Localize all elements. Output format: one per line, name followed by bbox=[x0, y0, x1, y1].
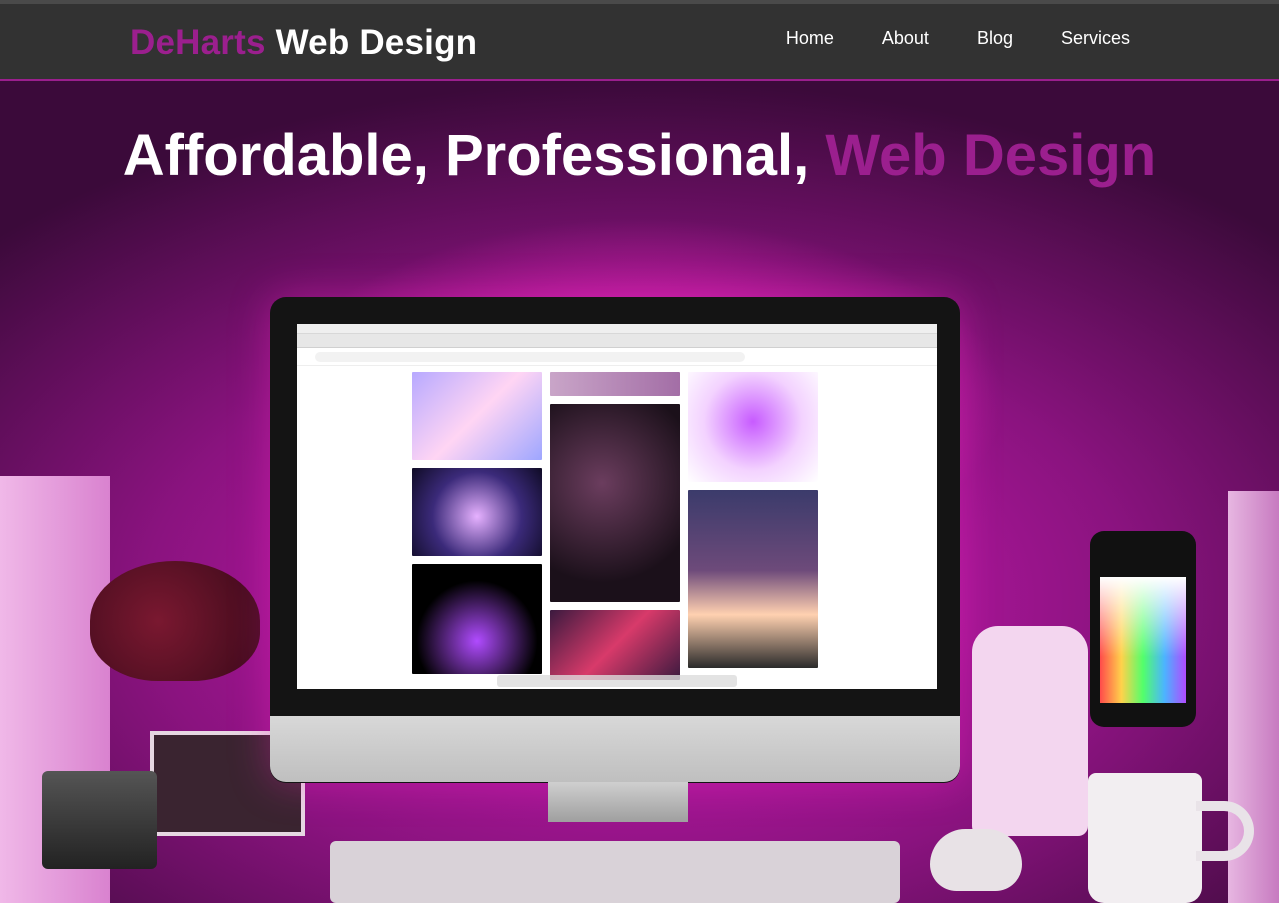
screen-image-tile bbox=[550, 610, 680, 680]
decor-thumb-sculpture bbox=[972, 626, 1088, 836]
decor-mouse bbox=[930, 829, 1022, 891]
hero-title-main: Affordable, Professional, bbox=[122, 123, 810, 188]
screen-image-tile bbox=[550, 372, 680, 396]
main-nav: Home About Blog Services bbox=[786, 28, 1130, 49]
hero-section: Affordable, Professional, Web Design bbox=[0, 81, 1279, 903]
apple-icon bbox=[603, 731, 627, 759]
screen-dock bbox=[497, 675, 737, 687]
decor-flowers bbox=[90, 561, 260, 681]
screen-search-field bbox=[315, 352, 745, 362]
nav-about-link[interactable]: About bbox=[882, 28, 929, 49]
hero-title: Affordable, Professional, Web Design bbox=[0, 127, 1279, 185]
screen-image-column-2 bbox=[550, 372, 680, 688]
top-navigation-bar: DeHarts Web Design Home About Blog Servi… bbox=[0, 0, 1279, 81]
screen-image-tile bbox=[688, 490, 818, 668]
decor-mug-handle bbox=[1196, 801, 1254, 861]
nav-home-link[interactable]: Home bbox=[786, 28, 834, 49]
brand-part2: Web Design bbox=[275, 23, 478, 62]
screen-image-tile bbox=[550, 404, 680, 602]
nav-blog-link[interactable]: Blog bbox=[977, 28, 1013, 49]
decor-mug bbox=[1088, 773, 1202, 903]
screen-image-tile bbox=[412, 372, 542, 460]
monitor-screen bbox=[297, 324, 937, 689]
screen-image-tile bbox=[688, 372, 818, 482]
screen-image-tile bbox=[412, 468, 542, 556]
screen-image-column-1 bbox=[412, 372, 542, 682]
screen-image-tile bbox=[412, 564, 542, 674]
screen-image-column-3 bbox=[688, 372, 818, 676]
hero-title-accent: Web Design bbox=[825, 123, 1157, 188]
brand-part1: DeHarts bbox=[130, 23, 266, 62]
decor-candle bbox=[42, 771, 157, 869]
screen-browserbar bbox=[297, 334, 937, 348]
site-logo[interactable]: DeHarts Web Design bbox=[130, 23, 477, 63]
nav-services-link[interactable]: Services bbox=[1061, 28, 1130, 49]
monitor-stand bbox=[548, 782, 688, 822]
screen-search-row bbox=[297, 348, 937, 366]
phone-screen-highlight bbox=[1100, 577, 1186, 657]
decor-keyboard bbox=[330, 841, 900, 903]
screen-menubar bbox=[297, 324, 937, 334]
